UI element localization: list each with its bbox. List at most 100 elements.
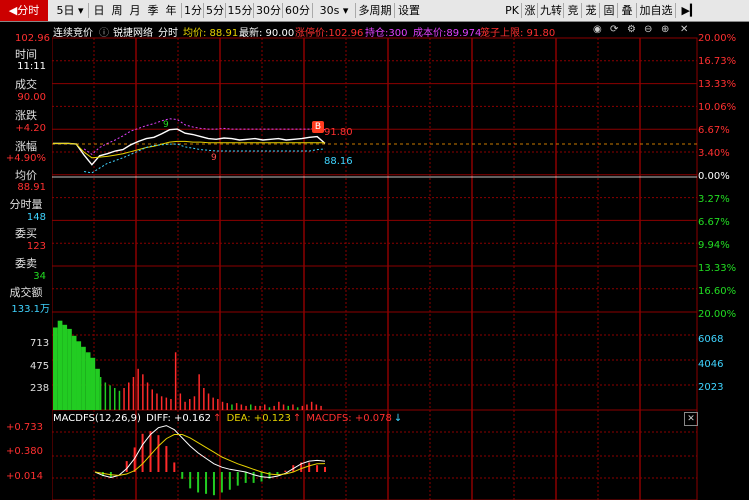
macd-close-icon[interactable]: ✕	[684, 412, 698, 426]
change-pct-label: 涨幅	[15, 140, 37, 153]
close-icon[interactable]: ✕	[680, 24, 688, 35]
volume-bar	[320, 405, 322, 410]
macd-macdfs: MACDFS: +0.078	[306, 413, 392, 424]
volume-bar	[179, 393, 182, 410]
bid-label: 委买	[15, 227, 37, 240]
change-value: +4.20	[15, 123, 46, 134]
macd-line-macd_dea	[94, 434, 326, 476]
refresh-icon[interactable]: ⟳	[610, 24, 618, 35]
volume-bar	[250, 404, 252, 410]
volume-bar	[114, 388, 116, 410]
macd-histogram	[94, 425, 326, 496]
volume-bar	[301, 405, 304, 410]
avg-value: 88.91	[17, 182, 46, 193]
deal-value: 90.00	[17, 92, 46, 103]
volume-bar	[95, 368, 100, 410]
volume-bar	[109, 385, 111, 410]
volume-bar	[123, 388, 125, 410]
pct-axis-9: 9.94%	[698, 240, 730, 251]
position-label: 持仓:300	[365, 28, 408, 39]
series-upper	[83, 118, 326, 156]
chart-mode: 分时	[158, 28, 178, 39]
volume-bar	[160, 396, 163, 410]
volume-bar	[240, 404, 243, 410]
volume-bar	[287, 405, 289, 410]
info-icon[interactable]: ⓘ	[99, 24, 109, 39]
macd-axis-top: +0.733	[6, 422, 44, 433]
stock-name[interactable]: 锐捷网络	[113, 24, 153, 39]
vol-axis-475: 475	[30, 361, 50, 372]
minus-icon[interactable]: ⊖	[644, 24, 652, 35]
nine-turn-mark-up: 9	[163, 120, 169, 130]
macd-diff: DIFF: +0.162	[146, 413, 211, 424]
volume-bar	[310, 401, 313, 410]
volume-bar	[118, 390, 121, 410]
up-arrow-icon: ↑	[292, 413, 302, 424]
change-label: 涨跌	[15, 109, 37, 122]
cage-limit-label: 笼子上限: 91.80	[480, 28, 556, 39]
volume-pane-border	[51, 311, 698, 411]
buy-marker[interactable]: B	[312, 121, 324, 133]
volume-bar	[203, 388, 205, 410]
volume-bar	[174, 352, 177, 410]
macd-dea: DEA: +0.123	[226, 413, 291, 424]
macd-axis-mid: +0.380	[6, 446, 44, 457]
pct-axis-11: 16.60%	[698, 286, 737, 297]
volume-bar	[132, 377, 135, 410]
volume-bar	[235, 403, 238, 410]
volume-bar	[278, 401, 280, 410]
pct-axis-8: 6.67%	[698, 217, 730, 228]
ask-value: 34	[33, 271, 46, 282]
chart-header: 连续竞价 ⓘ 锐捷网络 分时 均价: 88.91 最新: 90.00 涨停价:1…	[52, 22, 697, 39]
pct-axis-4: 6.67%	[698, 125, 730, 136]
volume-bar	[217, 399, 219, 410]
volume-bar	[71, 335, 77, 410]
volume-bar	[151, 389, 153, 410]
volume-bar	[99, 377, 102, 410]
volume-bar	[170, 399, 172, 410]
volume-bar	[245, 405, 247, 410]
deal-label: 成交	[15, 78, 37, 91]
volume-bar	[85, 352, 91, 410]
volume-bar	[292, 404, 294, 410]
low-price-annotation: 88.16	[324, 156, 353, 167]
pct-axis-2: 13.33%	[698, 79, 737, 90]
amount-label: 成交额	[9, 286, 43, 299]
volume-bar	[259, 405, 261, 410]
gear-icon[interactable]: ⚙	[627, 24, 636, 35]
auction-status: 连续竞价	[53, 28, 93, 39]
pct-axis-1: 16.73%	[698, 56, 737, 67]
volume-bar	[53, 327, 58, 410]
top-price: 102.96	[15, 33, 50, 44]
volume-bar	[142, 374, 144, 410]
limit-up-label: 涨停价:102.96	[295, 28, 364, 39]
eye-icon[interactable]: ◉	[593, 24, 602, 35]
volume-bar	[264, 404, 266, 410]
volume-bar	[198, 374, 200, 410]
pct-axis-6: 0.00%	[698, 171, 730, 182]
time-value: 11:11	[17, 61, 46, 72]
time-label: 时间	[15, 48, 37, 61]
vol-axis-238: 238	[30, 383, 50, 394]
volume-bar	[146, 382, 149, 410]
pct-axis-3: 10.06%	[698, 102, 737, 113]
pct-axis-7: 3.27%	[698, 194, 730, 205]
volume-bar	[282, 404, 285, 410]
volume-bar	[165, 397, 168, 410]
volume-bars	[53, 320, 322, 410]
vol-axis-right-0: 20.00%	[698, 309, 737, 320]
pct-axis-10: 13.33%	[698, 263, 737, 274]
volume-bar	[67, 328, 72, 410]
avg-label: 均价	[15, 169, 37, 182]
volume-bar	[57, 320, 63, 410]
plus-icon[interactable]: ⊕	[661, 24, 669, 35]
amount-value: 133.1万	[11, 304, 50, 315]
volume-bar	[62, 324, 68, 410]
chart-canvas	[51, 37, 698, 500]
volume-bar	[226, 403, 228, 410]
volume-bar	[315, 404, 318, 410]
volume-bar	[306, 404, 308, 410]
cost-price-label: 成本价:89.974	[413, 28, 482, 39]
volume-bar	[76, 341, 82, 410]
macd-name: MACDFS(12,26,9)	[53, 413, 141, 424]
